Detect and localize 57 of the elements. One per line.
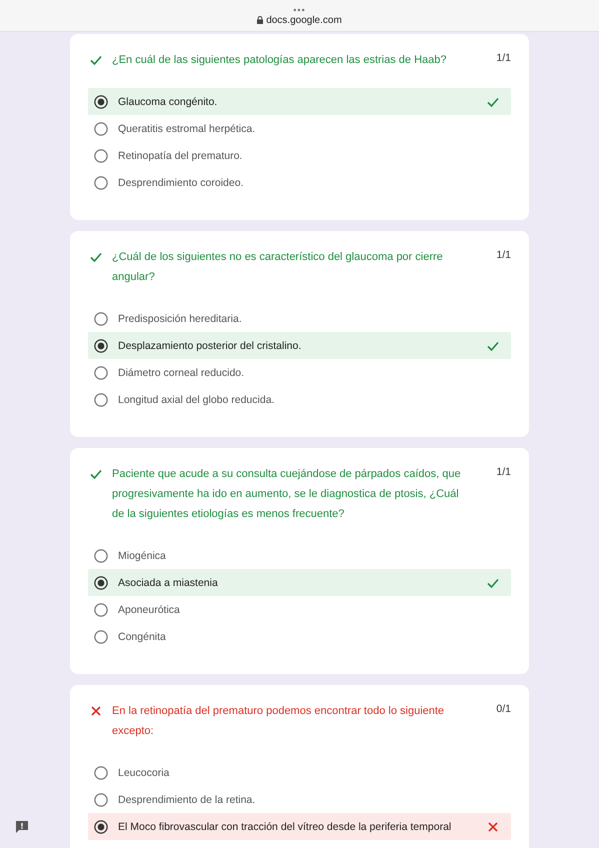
option-label: Desprendimiento coroideo. (118, 176, 244, 188)
radio-button[interactable] (94, 548, 108, 562)
option-label: Leucocoria (118, 766, 170, 778)
answer-option[interactable]: Asociada a miastenia (88, 569, 511, 596)
option-label: Glaucoma congénito. (118, 96, 218, 108)
radio-button[interactable] (94, 94, 108, 108)
answer-option[interactable]: Leucocoria (88, 759, 511, 786)
option-label: Asociada a miastenia (118, 576, 219, 588)
radio-button[interactable] (94, 148, 108, 162)
lock-icon (257, 16, 264, 24)
answer-option[interactable]: Aponeurótica (88, 596, 511, 623)
radio-button[interactable] (94, 122, 108, 136)
radio-button[interactable] (94, 820, 108, 834)
radio-button[interactable] (94, 630, 108, 644)
answer-option[interactable]: Retinopatía del prematuro. (88, 142, 511, 169)
question-text: En la retinopatía del prematuro podemos encontrar todo lo siguiente excepto: (112, 704, 446, 739)
radio-button[interactable] (94, 392, 108, 406)
option-label: Congénita (118, 630, 167, 642)
url-text[interactable]: docs.google.com (266, 14, 342, 26)
option-label: Desplazamiento posterior del cristalino. (118, 340, 302, 352)
radio-button[interactable] (94, 366, 108, 380)
answer-option[interactable]: Predisposición hereditaria. (88, 305, 511, 332)
radio-button[interactable] (94, 602, 108, 616)
answer-option[interactable]: El Moco fibrovascular con tracción del vítreo desde la periferia temporal (88, 813, 511, 840)
answer-option[interactable]: Miogénica (88, 542, 511, 569)
answer-option[interactable]: Longitud axial del globo reducida. (88, 386, 511, 413)
question-text: ¿Cuál de los siguientes no es característico del glaucoma por cierre angular? (112, 250, 444, 285)
answer-option[interactable]: Desprendimiento de la retina. (88, 786, 511, 813)
answer-option[interactable]: Desprendimiento coroideo. (88, 169, 511, 196)
radio-button[interactable] (94, 766, 108, 780)
option-label: Longitud axial del globo reducida. (118, 394, 276, 406)
option-label: Miogénica (118, 550, 167, 562)
radio-button[interactable] (94, 338, 108, 352)
score: 1/1 (495, 249, 511, 261)
score: 0/1 (495, 703, 511, 715)
option-label: Predisposición hereditaria. (118, 312, 243, 324)
answer-option[interactable]: Congénita (88, 623, 511, 650)
answer-option[interactable]: Glaucoma congénito. (88, 88, 511, 115)
option-label: Queratitis estromal herpética. (118, 122, 256, 134)
radio-button[interactable] (94, 176, 108, 190)
answer-option[interactable]: Desplazamiento posterior del cristalino. (88, 332, 511, 359)
radio-button[interactable] (94, 576, 108, 590)
question-text: Paciente que acude a su consulta cuejándose de párpados caídos, que progresivamente ha ido en aumento, se le diagnostica de ptosis, ¿Cuál de la siguientes etiologías es menos frecuente? (112, 467, 462, 522)
answer-option[interactable]: Queratitis estromal herpética. (88, 115, 511, 142)
answer-option[interactable]: Diámetro corneal reducido. (88, 359, 511, 386)
score: 1/1 (495, 52, 511, 64)
option-label: Desprendimiento de la retina. (118, 794, 256, 806)
radio-button[interactable] (94, 792, 108, 806)
option-label: Diámetro corneal reducido. (118, 366, 246, 378)
menu-dots[interactable]: ••• (293, 6, 306, 14)
question-text: ¿En cuál de las siguientes patologías aparecen las estrias de Haab? (112, 53, 448, 68)
score: 1/1 (495, 466, 511, 478)
option-label: El Moco fibrovascular con tracción del vítreo desde la periferia temporal (118, 820, 452, 832)
radio-button[interactable] (94, 312, 108, 326)
option-label: Retinopatía del prematuro. (118, 150, 244, 162)
feedback-icon[interactable] (15, 820, 29, 833)
option-label: Aponeurótica (118, 604, 181, 616)
